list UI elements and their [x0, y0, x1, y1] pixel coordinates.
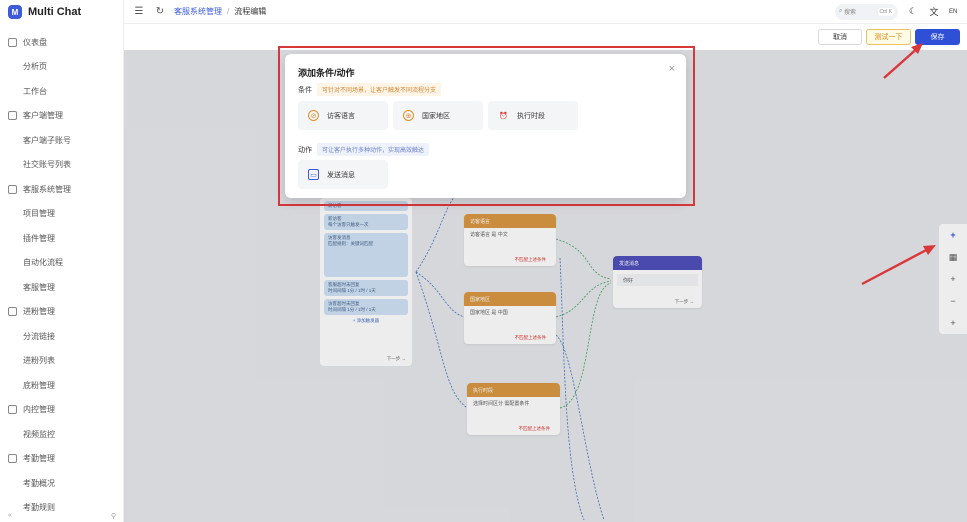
sidebar-item[interactable]: 工作台 — [0, 79, 123, 104]
action-label: 动作 — [298, 146, 312, 154]
search-placeholder: 搜索 — [844, 10, 857, 16]
sidebar-item[interactable]: 考勤概况 — [0, 471, 123, 496]
breadcrumb-parent[interactable]: 客服系统管理 — [174, 6, 222, 17]
sidebar-item[interactable]: 视频监控 — [0, 422, 123, 447]
sidebar-footer: « ⚲ — [0, 512, 124, 522]
alarm-clock-icon: ⏰ — [499, 112, 508, 120]
sidebar-item-label: 底粉管理 — [23, 380, 55, 390]
sidebar-group[interactable]: 客服系统管理 — [0, 177, 123, 202]
sidebar-group[interactable]: 考勤管理 — [0, 447, 123, 472]
sidebar-item-label: 内控管理 — [23, 405, 55, 415]
app-logo: M — [8, 5, 22, 19]
language-icon: ⊘ — [308, 110, 319, 121]
sidebar-item-label: 工作台 — [23, 86, 47, 96]
sidebar: M Multi Chat 仪表盘分析页工作台客户端管理客户端子账号 社交账号列表客… — [0, 0, 124, 522]
sidebar-item-label: 分析页 — [23, 62, 47, 72]
sidebar-item-label: 自动化流程 — [23, 258, 63, 268]
cancel-button[interactable]: 取消 — [818, 29, 862, 45]
add-condition-action-dialog: 添加条件/动作 × 条件 可针对不同场景，让客户触发不同流程分支 ⊘ 访客语言 … — [285, 54, 686, 198]
option-label: 执行时段 — [517, 112, 545, 120]
sidebar-item[interactable]: 社交账号列表 — [0, 153, 123, 178]
sidebar-group[interactable]: 仪表盘 — [0, 30, 123, 55]
sidebar-item[interactable]: 进粉列表 — [0, 349, 123, 374]
menu-group-icon — [8, 111, 17, 121]
menu-group-icon — [8, 184, 17, 194]
sidebar-item-label: 视频监控 — [23, 429, 55, 439]
sidebar-item-label: 客服管理 — [23, 282, 55, 292]
sidebar-item-label: 项目管理 — [23, 209, 55, 219]
option-country-region[interactable]: ⊕ 国家地区 — [393, 101, 483, 130]
message-icon: ▭ — [308, 169, 319, 180]
language-switch[interactable]: EN — [949, 9, 961, 15]
sidebar-item[interactable]: 项目管理 — [0, 202, 123, 227]
breadcrumb: 客服系统管理 / 流程编辑 — [174, 6, 266, 17]
sidebar-item-label: 社交账号列表 — [23, 160, 71, 170]
sidebar-group[interactable]: 客户端管理 — [0, 104, 123, 129]
collapse-icon[interactable]: « — [8, 512, 12, 522]
option-visitor-language[interactable]: ⊘ 访客语言 — [298, 101, 388, 130]
menu-toggle-icon[interactable]: ☰ — [133, 6, 145, 18]
test-button[interactable]: 测试一下 — [866, 29, 911, 45]
action-header: 动作 可让客户执行多种动作，实现高效触达 — [298, 143, 430, 156]
sidebar-item-label: 客服系统管理 — [23, 184, 71, 194]
sidebar-item[interactable]: 分流链接 — [0, 324, 123, 349]
sidebar-item-label: 进粉列表 — [23, 356, 55, 366]
sidebar-item-label: 考勤概况 — [23, 478, 55, 488]
app-name: Multi Chat — [28, 6, 82, 18]
sidebar-item[interactable]: 底粉管理 — [0, 373, 123, 398]
option-label: 国家地区 — [422, 112, 450, 120]
dark-mode-icon[interactable]: ☾ — [907, 6, 919, 18]
sidebar-item[interactable]: 分析页 — [0, 55, 123, 80]
sidebar-item-label: 插件管理 — [23, 233, 55, 243]
topbar: ☰ ↻ 客服系统管理 / 流程编辑 ⌕ 搜索 Ctrl K ☾ 文 EN — [124, 0, 967, 24]
condition-label: 条件 — [298, 86, 312, 94]
search-shortcut: Ctrl K — [877, 7, 894, 16]
save-button[interactable]: 保存 — [915, 29, 960, 45]
breadcrumb-current: 流程编辑 — [234, 7, 267, 16]
option-label: 访客语言 — [327, 112, 355, 120]
sidebar-item-label: 客户端管理 — [23, 111, 63, 121]
sidebar-menu: 仪表盘分析页工作台客户端管理客户端子账号 社交账号列表 客服系统管理 项目管理插件管理… — [0, 24, 123, 520]
sidebar-item-label: 仪表盘 — [23, 37, 47, 47]
sidebar-item-label: 进粉管理 — [23, 307, 55, 317]
menu-group-icon — [8, 307, 17, 317]
sidebar-item[interactable]: 自动化流程 — [0, 251, 123, 276]
search-input[interactable]: ⌕ 搜索 Ctrl K — [835, 3, 898, 20]
globe-icon: ⊕ — [403, 110, 414, 121]
refresh-icon[interactable]: ↻ — [154, 6, 166, 18]
option-send-message[interactable]: ▭ 发送消息 — [298, 160, 388, 189]
condition-header: 条件 可针对不同场景，让客户触发不同流程分支 — [298, 83, 442, 96]
condition-hint: 可针对不同场景，让客户触发不同流程分支 — [317, 83, 442, 96]
breadcrumb-separator: / — [227, 7, 230, 16]
option-label: 发送消息 — [327, 171, 355, 179]
sidebar-group[interactable]: 进粉管理 — [0, 300, 123, 325]
sidebar-item[interactable]: 插件管理 — [0, 226, 123, 251]
menu-group-icon — [8, 37, 17, 47]
menu-group-icon — [8, 405, 17, 415]
sidebar-item-label: 分流链接 — [23, 331, 55, 341]
sidebar-item[interactable]: 客服管理 — [0, 275, 123, 300]
brand[interactable]: M Multi Chat — [0, 0, 123, 24]
dialog-title: 添加条件/动作 — [298, 68, 355, 78]
action-hint: 可让客户执行多种动作，实现高效触达 — [317, 143, 430, 156]
sidebar-group[interactable]: 内控管理 — [0, 398, 123, 423]
translate-icon[interactable]: 文 — [928, 6, 940, 18]
pin-icon[interactable]: ⚲ — [111, 512, 116, 522]
option-execution-period[interactable]: ⏰ 执行时段 — [488, 101, 578, 130]
close-icon[interactable]: × — [669, 63, 675, 75]
sidebar-item[interactable]: 客户端子账号 — [0, 128, 123, 153]
sidebar-item-label: 客户端子账号 — [23, 135, 71, 145]
sidebar-item-label: 考勤管理 — [23, 454, 55, 464]
menu-group-icon — [8, 454, 17, 464]
